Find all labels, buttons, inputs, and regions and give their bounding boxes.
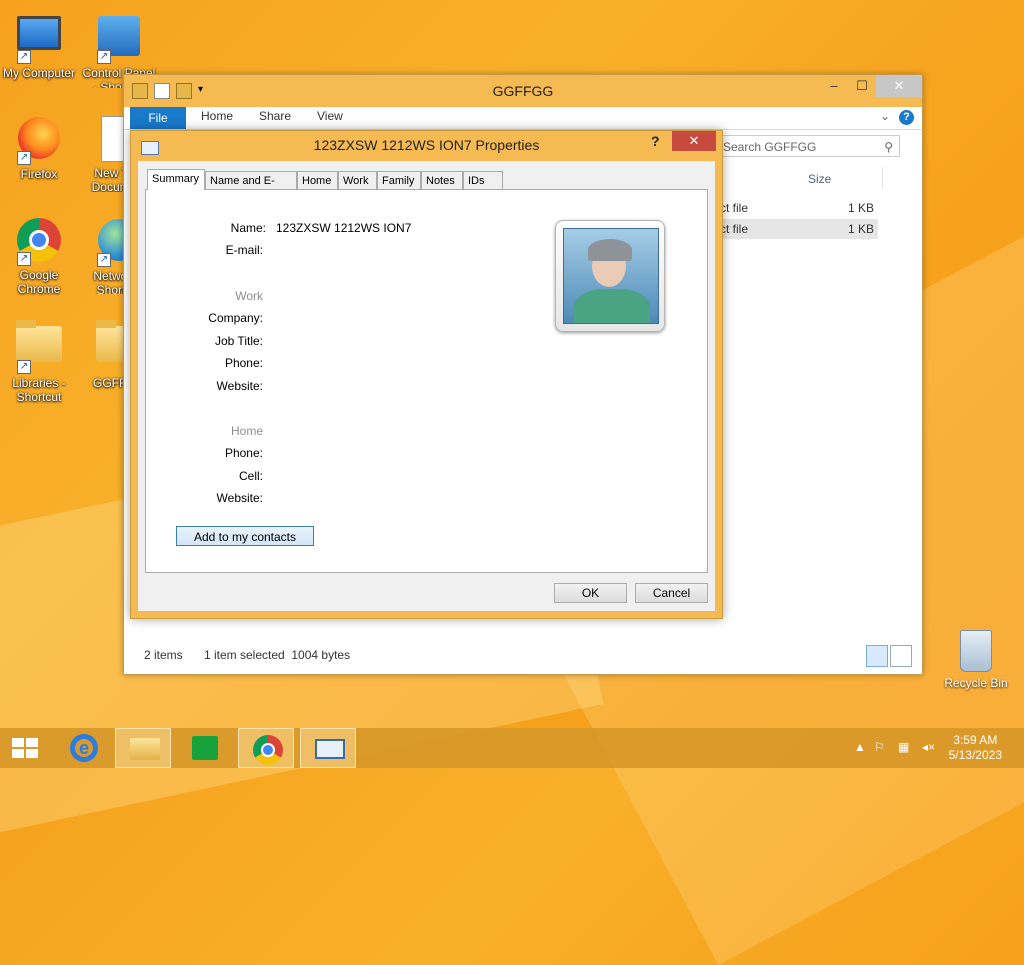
desktop-icon-libraries[interactable]: ↗ Libraries - Shortcut	[0, 318, 78, 404]
tab-share[interactable]: Share	[259, 109, 291, 123]
desktop-icon-label: Google Chrome	[17, 268, 61, 296]
volume-muted-icon[interactable]: ◂×	[922, 740, 935, 754]
desktop-icon-firefox[interactable]: ↗ Firefox	[0, 114, 78, 181]
network-status-icon[interactable]: ▦	[898, 740, 909, 754]
close-button[interactable]: ✕	[876, 75, 922, 97]
tab-file[interactable]: File	[130, 107, 186, 129]
chevron-down-icon[interactable]: ⌄	[880, 109, 890, 123]
file-name: ct file	[720, 222, 749, 236]
file-row-selected[interactable]: ct file 1 KB	[720, 219, 878, 239]
column-divider[interactable]	[882, 167, 883, 189]
desktop-icon-label: Recycle Bin	[944, 676, 1008, 690]
properties-dialog: 123ZXSW 1212WS ION7 Properties ? ✕ Summa…	[130, 130, 723, 619]
recycle-bin-icon	[960, 630, 992, 672]
search-input[interactable]: Search GGFFGG ⚲	[720, 135, 900, 157]
maximize-button[interactable]: ☐	[848, 75, 876, 97]
cell-label: Cell:	[238, 469, 263, 483]
tab-name-and-email[interactable]: Name and E-mail	[205, 171, 297, 205]
shortcut-arrow-icon: ↗	[17, 50, 31, 64]
libraries-icon	[16, 320, 62, 362]
status-bar: 2 items 1 item selected 1004 bytes	[124, 636, 922, 674]
tab-notes[interactable]: Notes	[421, 171, 463, 189]
desktop-icon-my-computer[interactable]: ↗ My Computer	[0, 12, 78, 80]
taskbar-internet-explorer[interactable]: e	[54, 728, 110, 768]
action-center-flag-icon[interactable]: ⚐	[874, 740, 885, 754]
home-website-label: Website:	[216, 491, 263, 505]
summary-panel: Name: 123ZXSW 1212WS ION7 E-mail: Work C…	[145, 189, 708, 573]
store-icon	[192, 736, 218, 760]
tab-summary[interactable]: Summary	[147, 169, 205, 190]
job-title-label: Job Title:	[214, 334, 263, 348]
shortcut-arrow-icon: ↗	[97, 253, 111, 267]
clock-time: 3:59 AM	[953, 733, 998, 747]
search-icon: ⚲	[884, 140, 893, 154]
ribbon: File Home Share View ⌄ ?	[124, 107, 922, 130]
file-explorer-icon	[130, 738, 160, 760]
tab-home[interactable]: Home	[201, 109, 233, 123]
details-view-icon[interactable]	[866, 645, 888, 667]
file-row[interactable]: ct file 1 KB	[720, 198, 878, 218]
status-selection: 1 item selected 1004 bytes	[204, 648, 351, 662]
chrome-icon	[253, 735, 283, 765]
work-phone-label: Phone:	[224, 356, 263, 370]
internet-explorer-icon: e	[70, 734, 98, 762]
shortcut-arrow-icon: ↗	[17, 252, 31, 266]
work-website-label: Website:	[216, 379, 263, 393]
work-section-heading: Work	[235, 289, 263, 303]
system-tray: ▲ ⚐ ▦ ◂× 3:59 AM 5/13/2023	[844, 728, 1024, 768]
show-hidden-icons-icon[interactable]: ▲	[854, 740, 866, 754]
help-icon[interactable]: ?	[899, 110, 914, 125]
dialog-body: Summary Name and E-mail Home Work Family…	[138, 161, 715, 611]
taskbar: e ▲ ⚐ ▦ ◂× 3:59 AM 5/13/2023	[0, 728, 1024, 768]
taskbar-chrome[interactable]	[238, 728, 294, 768]
column-header-size[interactable]: Size	[808, 172, 831, 186]
windows-logo-icon	[12, 738, 38, 758]
contact-picture[interactable]	[555, 220, 665, 332]
home-phone-label: Phone:	[224, 446, 263, 460]
tab-ids[interactable]: IDs	[463, 171, 503, 189]
add-to-contacts-button[interactable]: Add to my contacts	[176, 526, 314, 546]
minimize-button[interactable]: –	[820, 75, 848, 97]
close-button[interactable]: ✕	[672, 131, 716, 151]
ok-button[interactable]: OK	[554, 583, 627, 603]
help-button[interactable]: ?	[651, 133, 660, 149]
file-size: 1 KB	[847, 222, 874, 236]
clock-date: 5/13/2023	[948, 748, 1002, 762]
person-icon	[563, 228, 659, 324]
tab-view[interactable]: View	[317, 109, 343, 123]
status-item-count: 2 items	[144, 648, 183, 662]
tab-family[interactable]: Family	[377, 171, 421, 189]
file-size: 1 KB	[847, 201, 874, 215]
desktop-icon-label: Libraries - Shortcut	[12, 376, 66, 404]
name-label: Name:	[230, 221, 266, 235]
desktop-icon-recycle-bin[interactable]: Recycle Bin	[938, 630, 1014, 690]
desktop-icon-label: Firefox	[20, 167, 58, 181]
start-button[interactable]	[0, 728, 56, 768]
email-label: E-mail:	[225, 243, 263, 257]
computer-icon	[17, 16, 61, 50]
shortcut-arrow-icon: ↗	[17, 151, 31, 165]
home-section-heading: Home	[230, 424, 263, 438]
name-value: 123ZXSW 1212WS ION7	[276, 221, 412, 235]
search-placeholder: Search GGFFGG	[723, 140, 817, 154]
taskbar-file-explorer[interactable]	[115, 728, 171, 768]
cancel-button[interactable]: Cancel	[635, 583, 708, 603]
explorer-title: GGFFGG	[492, 83, 554, 99]
tab-work[interactable]: Work	[338, 171, 377, 189]
tab-home[interactable]: Home	[297, 171, 338, 189]
shortcut-arrow-icon: ↗	[17, 360, 31, 374]
file-name: ct file	[720, 201, 749, 215]
dialog-title: 123ZXSW 1212WS ION7 Properties	[313, 137, 540, 153]
explorer-titlebar[interactable]: ▾ GGFFGG – ☐ ✕	[124, 75, 922, 107]
taskbar-store[interactable]	[176, 728, 232, 768]
clock[interactable]: 3:59 AM 5/13/2023	[949, 733, 1002, 763]
taskbar-contact-properties[interactable]	[300, 728, 356, 768]
shortcut-arrow-icon: ↗	[97, 50, 111, 64]
large-icons-view-icon[interactable]	[890, 645, 912, 667]
desktop-icon-google-chrome[interactable]: ↗ Google Chrome	[0, 216, 78, 296]
company-label: Company:	[208, 311, 263, 325]
contact-card-icon	[315, 739, 345, 759]
desktop-icon-label: My Computer	[2, 66, 76, 80]
